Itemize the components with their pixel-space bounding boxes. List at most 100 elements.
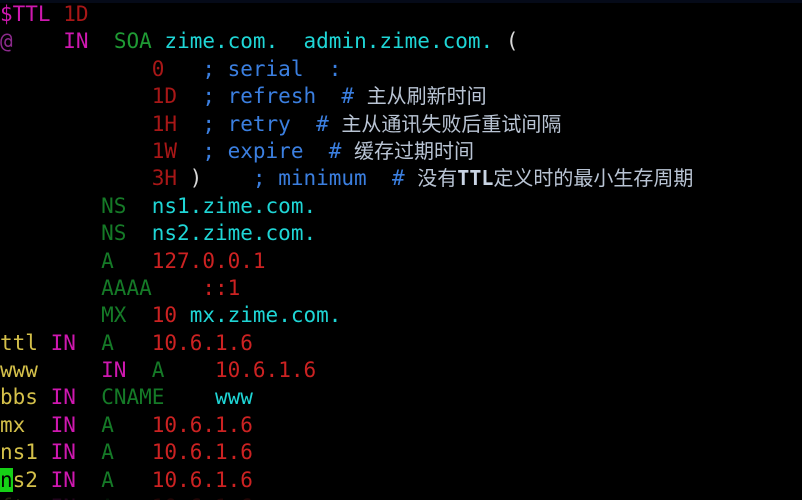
terminal-line[interactable]: A 127.0.0.1 — [0, 248, 802, 275]
terminal-token: 主从刷新时间 — [366, 84, 487, 109]
comment-latin-run: TTL — [457, 166, 494, 191]
window-top-strip — [0, 0, 802, 3]
terminal-line[interactable]: $TTL 1D — [0, 1, 802, 28]
terminal-token: NS — [101, 221, 127, 246]
terminal-token: CNAME — [101, 385, 165, 410]
terminal-token: 10.6.1.6 — [151, 440, 253, 465]
terminal-token: 主从通讯失败后重试间隔 — [341, 111, 562, 136]
terminal-token: ; retry — [202, 111, 304, 136]
terminal-token: www — [0, 358, 38, 383]
terminal-line[interactable]: ftp IN A 10.6.1.6 — [0, 494, 802, 500]
terminal-line[interactable]: ns1 IN A 10.6.1.6 — [0, 439, 802, 466]
terminal-line[interactable]: www IN A 10.6.1.6 — [0, 357, 802, 384]
terminal-line[interactable]: NS ns2.zime.com. — [0, 220, 802, 247]
terminal-token: # — [379, 166, 418, 191]
terminal-token: 10 — [151, 303, 178, 328]
terminal-line[interactable]: ttl IN A 10.6.1.6 — [0, 330, 802, 357]
terminal-token: AAAA — [101, 275, 152, 300]
terminal-token: A — [101, 467, 114, 492]
terminal-window[interactable]: $TTL 1D @ IN SOA zime.com. admin.zime.com… — [0, 0, 802, 500]
terminal-token: mx — [0, 412, 26, 437]
terminal-line[interactable]: 1D ; refresh # 主从刷新时间 — [0, 83, 802, 110]
terminal-line[interactable]: @ IN SOA zime.com. admin.zime.com. ( — [0, 28, 802, 55]
terminal-token: A — [101, 412, 114, 437]
terminal-token: 10.6.1.6 — [151, 467, 253, 492]
terminal-token: IN — [50, 440, 76, 465]
terminal-token: ; expire — [202, 138, 317, 163]
terminal-line[interactable]: MX 10 mx.zime.com. — [0, 302, 802, 329]
terminal-token: IN — [63, 29, 89, 54]
terminal-token: bbs — [0, 385, 38, 410]
terminal-token: mx.zime.com. — [189, 303, 342, 328]
terminal-line[interactable]: 0 ; serial : — [0, 56, 802, 83]
terminal-line[interactable]: AAAA ::1 — [0, 275, 802, 302]
terminal-token: 1W — [151, 138, 178, 163]
terminal-token: # — [316, 138, 355, 163]
terminal-line[interactable]: mx IN A 10.6.1.6 — [0, 412, 802, 439]
terminal-token: www — [214, 385, 253, 410]
terminal-token: ns2.zime.com. — [151, 221, 317, 246]
terminal-line[interactable]: ns2 IN A 10.6.1.6 — [0, 467, 802, 494]
terminal-token: ) — [189, 166, 203, 191]
terminal-line[interactable]: 1W ; expire # 缓存过期时间 — [0, 138, 802, 165]
terminal-token: ttl — [0, 330, 38, 355]
terminal-token: @ — [0, 29, 13, 54]
terminal-token: 1D — [151, 84, 178, 109]
text-cursor: n — [0, 467, 13, 492]
terminal-token: ; refresh — [202, 84, 329, 109]
terminal-token: ; serial : — [202, 56, 342, 81]
terminal-line[interactable]: 1H ; retry # 主从通讯失败后重试间隔 — [0, 111, 802, 138]
terminal-screen[interactable]: $TTL 1D @ IN SOA zime.com. admin.zime.com… — [0, 1, 802, 500]
terminal-token: MX — [101, 303, 127, 328]
terminal-line[interactable]: bbs IN CNAME www — [0, 384, 802, 411]
terminal-token: 10.6.1.6 — [151, 330, 253, 355]
terminal-token: zime.com. — [164, 29, 279, 54]
terminal-token: $TTL — [0, 2, 51, 26]
terminal-token: A — [101, 248, 114, 273]
terminal-token: 没有TTL定义时的最小生存周期 — [417, 166, 694, 191]
terminal-token: IN — [101, 358, 127, 383]
terminal-token: ( — [505, 29, 519, 54]
terminal-token: ns1.zime.com. — [151, 193, 317, 218]
terminal-line[interactable]: NS ns1.zime.com. — [0, 193, 802, 220]
terminal-token: # — [328, 84, 367, 109]
terminal-token: ::1 — [202, 275, 241, 300]
terminal-line[interactable]: 3H ) ; minimum # 没有TTL定义时的最小生存周期 — [0, 165, 802, 192]
terminal-token: IN — [50, 330, 76, 355]
terminal-token: 10.6.1.6 — [151, 412, 253, 437]
terminal-token: 10.6.1.6 — [214, 358, 317, 383]
